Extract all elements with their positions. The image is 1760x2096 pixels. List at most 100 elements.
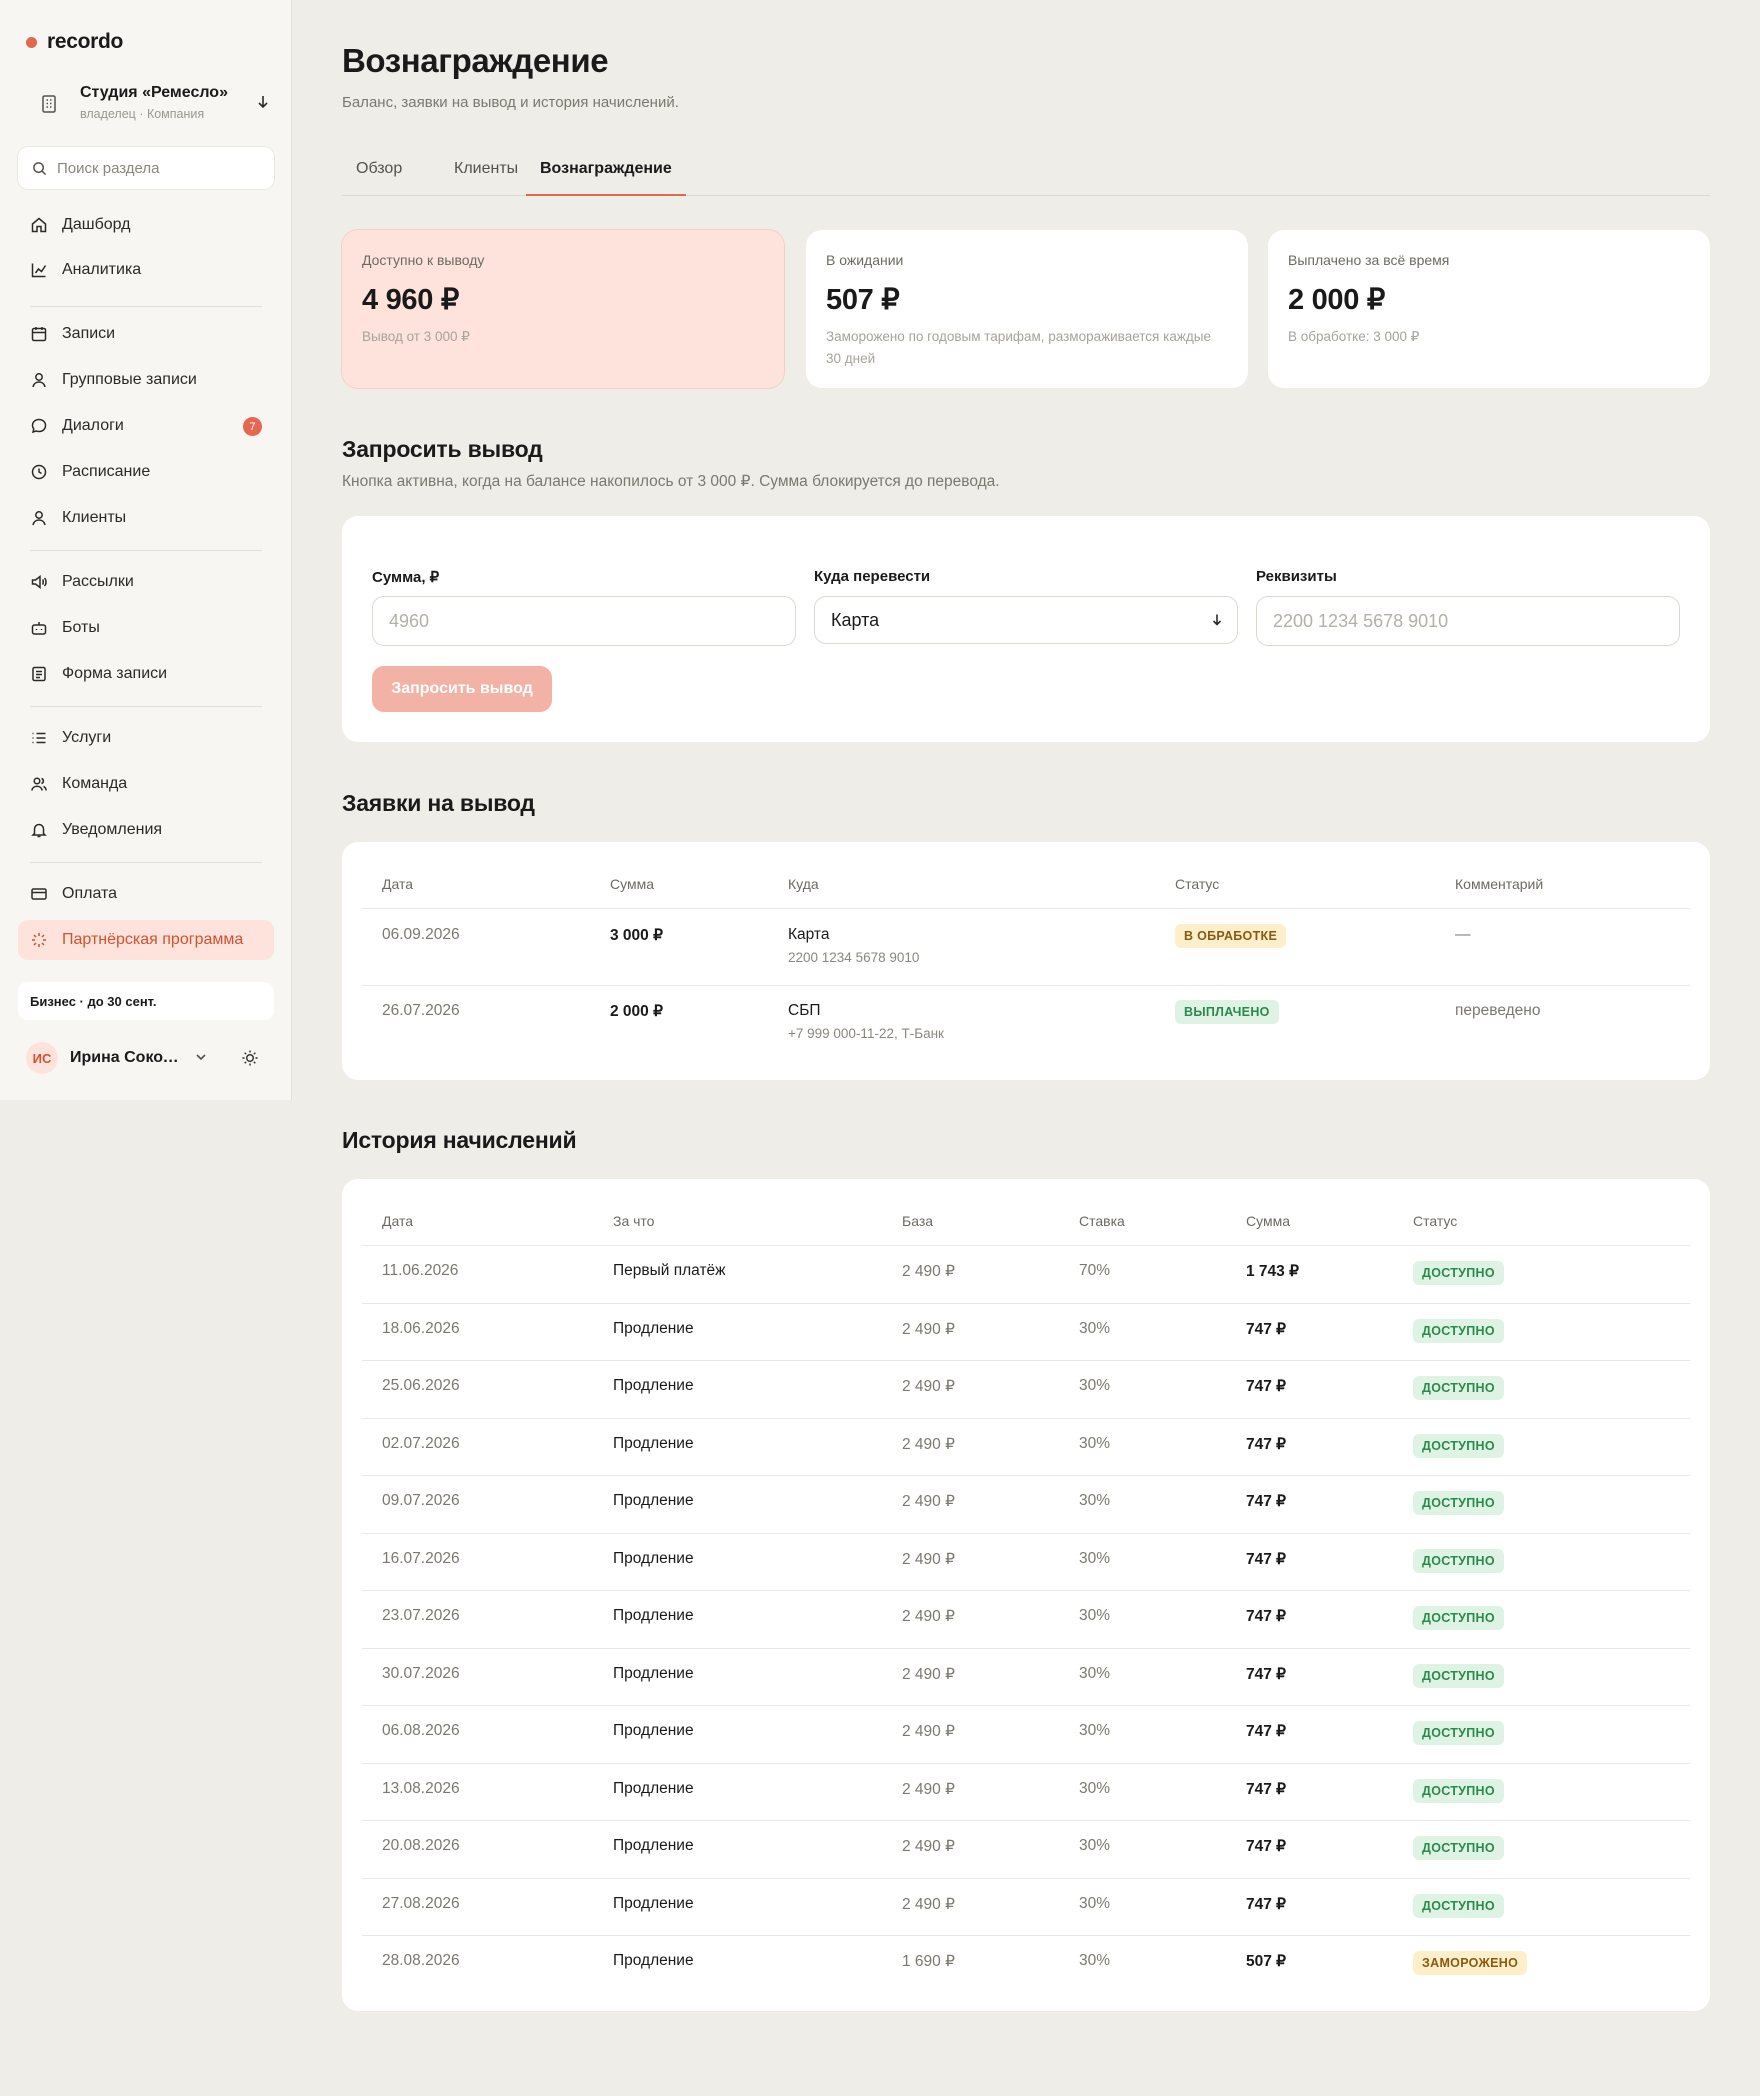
sum-cell: 747 ₽ (1246, 1493, 1287, 1510)
sidebar-divider (30, 550, 262, 551)
column-header: За что (613, 1213, 655, 1229)
row-divider (362, 1245, 1690, 1246)
status-badge: ЗАМОРОЖЕНО (1413, 1951, 1528, 1975)
comment-cell: — (1455, 926, 1471, 943)
date-cell: 23.07.2026 (382, 1607, 460, 1624)
rate-cell: 30% (1079, 1434, 1111, 1452)
sidebar-item-group-bookings[interactable]: Групповые записи (18, 360, 274, 400)
sidebar-item-schedule[interactable]: Расписание (18, 452, 274, 492)
status-badge: ДОСТУПНО (1413, 1893, 1504, 1918)
sum-cell: 747 ₽ (1246, 1665, 1287, 1683)
sidebar-item-dialogs[interactable]: Диалоги 7 (18, 406, 274, 446)
kpi-value: 2 000 ₽ (1288, 284, 1385, 316)
requisites-input[interactable]: 2200 1234 5678 9010 (1256, 596, 1680, 646)
clock-icon (31, 464, 47, 480)
plan-badge[interactable]: Бизнес · до 30 сент. (18, 982, 274, 1020)
sum-cell: 747 ₽ (1246, 1550, 1287, 1568)
reason-cell: Продление (613, 1722, 694, 1739)
requests-table: Дата Сумма Куда Статус Комментарий 06.09… (342, 842, 1710, 1080)
sidebar-item-payment[interactable]: Оплата (18, 874, 274, 914)
sidebar-item-services[interactable]: Услуги (18, 718, 274, 758)
sidebar-item-dashboard[interactable]: Дашборд (18, 205, 274, 245)
column-header: Дата (382, 1213, 414, 1229)
base-cell: 2 490 ₽ (902, 1493, 955, 1510)
column-header: Сумма (1246, 1213, 1290, 1229)
kpi-card-paid-total: Выплачено за всё время 2 000 ₽ В обработ… (1268, 230, 1710, 388)
sidebar-item-label: Команда (62, 775, 128, 792)
date-cell: 30.07.2026 (382, 1664, 460, 1682)
rate-cell: 30% (1079, 1607, 1111, 1624)
column-header: Дата (382, 876, 414, 892)
base-cell: 1 690 ₽ (902, 1953, 955, 1970)
workspace-role: владелец · Компания (80, 107, 205, 121)
sum-cell: 747 ₽ (1246, 1838, 1287, 1855)
logo[interactable]: recordo (26, 30, 123, 54)
row-divider (362, 1302, 1690, 1304)
sidebar-item-booking-form[interactable]: Форма записи (18, 654, 274, 694)
status-badge: ДОСТУПНО (1413, 1491, 1504, 1515)
bot-icon (31, 622, 47, 635)
status-badge: ДОСТУПНО (1413, 1778, 1504, 1803)
reason-cell: Продление (613, 1434, 694, 1452)
kpi-label: Доступно к выводу (362, 252, 485, 268)
home-icon (31, 217, 47, 233)
sun-icon[interactable] (240, 1048, 260, 1068)
date-cell: 18.06.2026 (382, 1319, 460, 1337)
base-cell: 2 490 ₽ (902, 1378, 955, 1395)
tab-clients[interactable]: Клиенты (440, 160, 532, 196)
row-divider (362, 1360, 1690, 1361)
rate-cell: 30% (1079, 1492, 1111, 1509)
kpi-note: В обработке: 3 000 ₽ (1288, 329, 1420, 344)
workspace-name: Студия «Ремесло» (80, 84, 228, 101)
status-badge: ДОСТУПНО (1413, 1548, 1504, 1573)
date-cell: 26.07.2026 (382, 1002, 460, 1019)
search-input[interactable]: Поиск раздела (18, 147, 274, 189)
kpi-value: 4 960 ₽ (362, 284, 459, 316)
withdraw-title: Запросить вывод (342, 436, 543, 462)
row-divider (362, 1820, 1690, 1821)
destination-cell: Карта (788, 926, 830, 943)
page-subtitle: Баланс, заявки на вывод и история начисл… (342, 94, 679, 111)
rate-cell: 30% (1079, 1952, 1111, 1969)
sidebar-item-label: Аналитика (62, 261, 142, 278)
kpi-label: В ожидании (826, 252, 904, 268)
chart-icon (31, 263, 47, 278)
sum-cell: 747 ₽ (1246, 1780, 1287, 1798)
base-cell: 2 490 ₽ (902, 1838, 955, 1855)
rate-cell: 30% (1079, 1894, 1111, 1912)
user-menu[interactable]: ИС Ирина Соколова (18, 1038, 274, 1078)
sidebar-item-clients[interactable]: Клиенты (18, 498, 274, 538)
destination-select[interactable]: Карта (814, 596, 1238, 644)
megaphone-icon (31, 574, 47, 590)
sidebar-item-bookings[interactable]: Записи (18, 314, 274, 354)
status-badge: ДОСТУПНО (1413, 1433, 1504, 1458)
workspace-switcher[interactable]: Студия «Ремесло» владелец · Компания (30, 82, 270, 130)
column-header: Комментарий (1455, 876, 1544, 892)
history-table: Дата За что База Ставка Сумма Статус 11.… (342, 1179, 1710, 2011)
sidebar-item-label: Групповые записи (62, 371, 197, 388)
destination-cell: СБП (788, 1002, 821, 1019)
reason-cell: Продление (613, 1894, 694, 1912)
sum-cell: 747 ₽ (1246, 1895, 1287, 1913)
date-cell: 16.07.2026 (382, 1549, 460, 1567)
sidebar-item-team[interactable]: Команда (18, 764, 274, 804)
sidebar-item-notifications[interactable]: Уведомления (18, 810, 274, 850)
form-icon (32, 666, 46, 682)
sidebar-item-analytics[interactable]: Аналитика (18, 250, 274, 290)
tab-rewards[interactable]: Вознаграждение (526, 160, 686, 196)
sidebar-item-mailings[interactable]: Рассылки (18, 562, 274, 602)
sidebar-item-bots[interactable]: Боты (18, 608, 274, 648)
sidebar-item-partner-program[interactable]: Партнёрская программа (18, 920, 274, 960)
status-badge: ДОСТУПНО (1413, 1318, 1504, 1343)
request-withdrawal-button[interactable]: Запросить вывод (372, 666, 552, 712)
date-cell: 13.08.2026 (382, 1779, 460, 1797)
sidebar-item-label: Дашборд (62, 216, 131, 233)
amount-input[interactable]: 4960 (372, 596, 796, 646)
sidebar: recordo Студия «Ремесло» владелец · Комп… (0, 0, 292, 1100)
sidebar-item-label: Уведомления (62, 821, 163, 838)
row-divider (362, 1532, 1690, 1534)
history-title: История начислений (342, 1127, 577, 1153)
row-divider (362, 1590, 1690, 1591)
tab-overview[interactable]: Обзор (342, 160, 416, 196)
sidebar-divider (30, 306, 262, 307)
